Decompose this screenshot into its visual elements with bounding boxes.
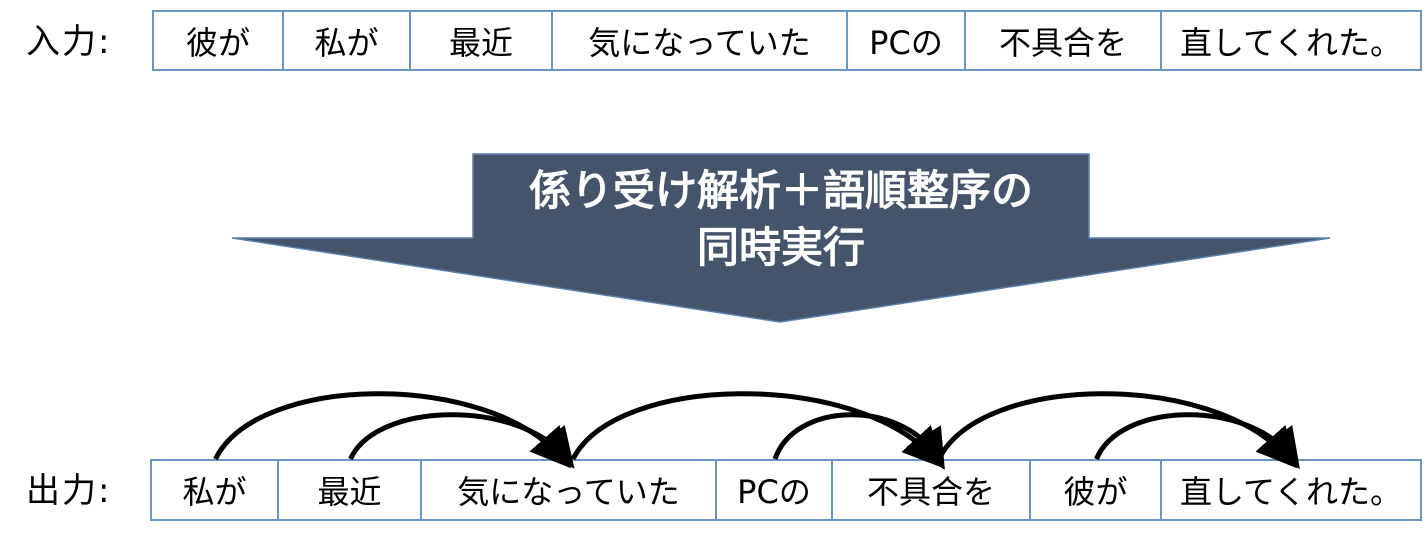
output-token: 不具合を xyxy=(833,461,1031,519)
process-title-line1: 係り受け解析＋語順整序の xyxy=(528,166,1033,215)
output-token-row: 私が 最近 気になっていた PCの 不具合を 彼が 直してくれた。 xyxy=(150,459,1422,521)
output-token: PCの xyxy=(717,461,833,519)
output-token: 彼が xyxy=(1031,461,1162,519)
output-token: 直してくれた。 xyxy=(1179,473,1403,511)
output-token: 最近 xyxy=(279,461,422,519)
output-label: 出力: xyxy=(26,471,112,511)
process-title-line2: 同時実行 xyxy=(696,223,865,272)
output-token: 気になっていた xyxy=(422,461,717,519)
output-token: 私が xyxy=(152,461,279,519)
